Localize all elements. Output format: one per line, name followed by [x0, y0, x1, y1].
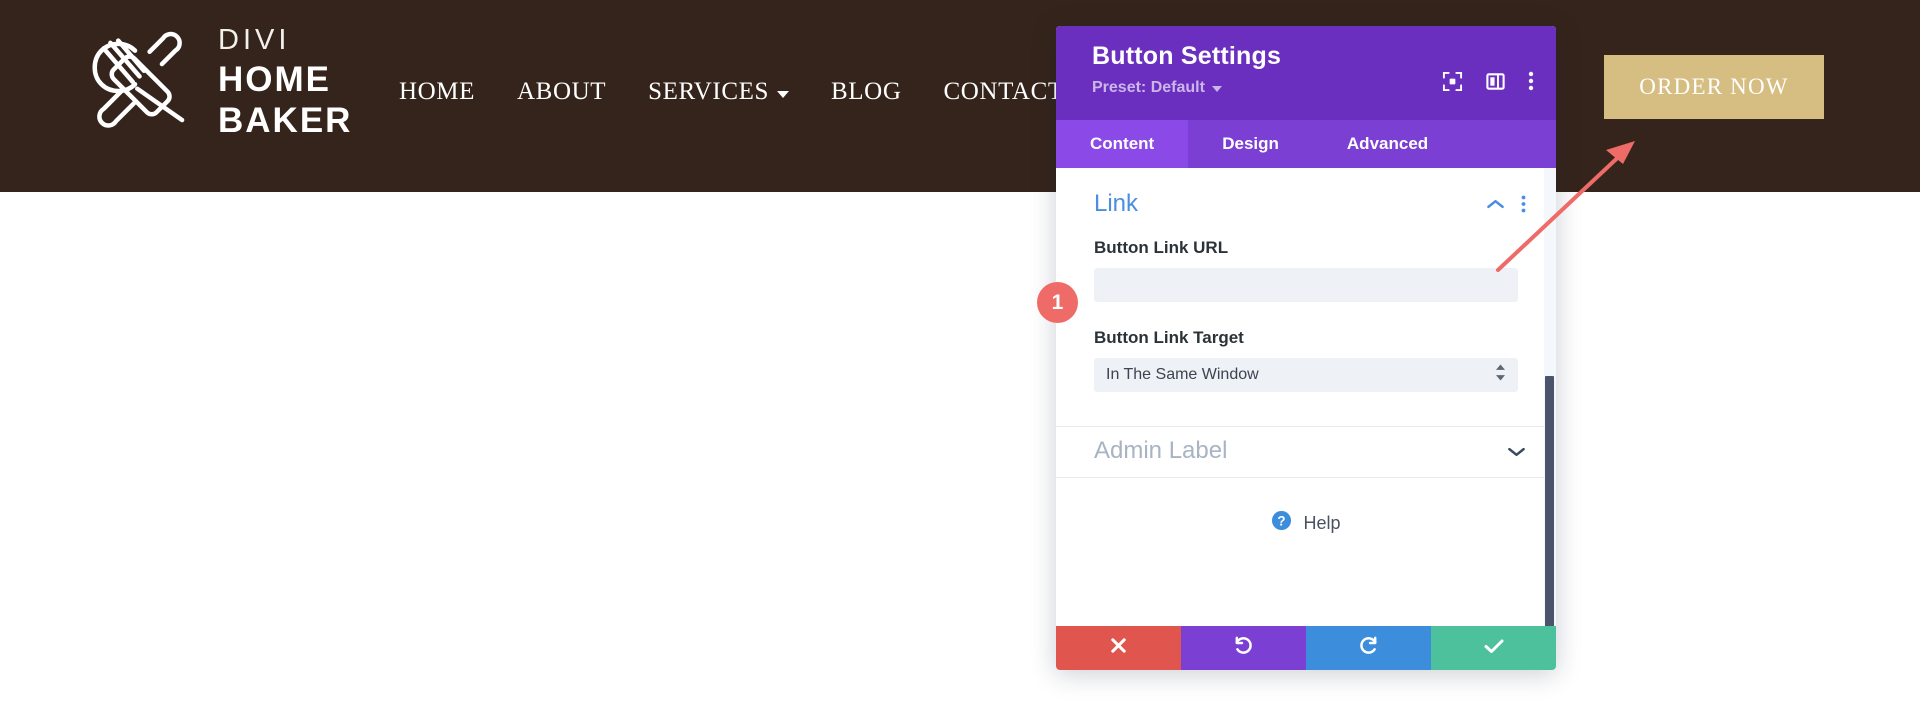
nav-item-home[interactable]: HOME — [378, 78, 496, 106]
section-link-header: Link — [1056, 168, 1556, 228]
modal-scrollbar-track[interactable] — [1544, 168, 1556, 626]
chevron-up-icon[interactable] — [1486, 198, 1505, 211]
tab-advanced[interactable]: Advanced — [1313, 120, 1462, 168]
help-button[interactable]: ? Help — [1056, 478, 1556, 536]
nav-label: SERVICES — [648, 78, 770, 105]
modal-header-tools — [1442, 70, 1534, 92]
modal-body: Link Button Link URL Button Link Target — [1056, 168, 1556, 626]
expand-icon[interactable] — [1442, 71, 1463, 92]
order-now-button[interactable]: ORDER NOW — [1604, 55, 1824, 119]
button-link-target-select[interactable]: In The Same Window — [1094, 358, 1518, 392]
nav-label: BLOG — [831, 78, 902, 105]
section-admin-label-header[interactable]: Admin Label — [1056, 427, 1556, 477]
field-label: Button Link URL — [1094, 238, 1229, 257]
modal-tabs: Content Design Advanced — [1056, 120, 1556, 168]
help-circle-icon: ? — [1271, 510, 1292, 536]
section-title-admin-label: Admin Label — [1094, 437, 1228, 464]
section-title-link: Link — [1094, 190, 1139, 217]
field-button-link-target: Button Link Target In The Same Window — [1056, 328, 1556, 392]
nav-label: ABOUT — [517, 78, 607, 105]
nav-label: HOME — [399, 78, 476, 105]
nav-item-services[interactable]: SERVICES — [627, 78, 810, 106]
nav-item-blog[interactable]: BLOG — [810, 78, 922, 106]
modal-footer — [1056, 626, 1556, 670]
modal-scrollbar-thumb[interactable] — [1545, 376, 1554, 626]
help-label: Help — [1303, 512, 1341, 533]
modal-title: Button Settings — [1092, 42, 1282, 70]
step-badge-1: 1 — [1037, 282, 1078, 323]
site-logo[interactable]: DIVI HOME BAKER — [88, 26, 352, 138]
svg-text:?: ? — [1278, 513, 1286, 528]
undo-icon — [1233, 635, 1254, 661]
preset-selector[interactable]: Preset: Default — [1092, 79, 1222, 97]
undo-button[interactable] — [1181, 626, 1306, 670]
redo-icon — [1358, 635, 1379, 661]
check-icon — [1483, 636, 1505, 661]
layout-panel-icon[interactable] — [1485, 71, 1506, 92]
preset-label: Preset: Default — [1092, 78, 1205, 96]
modal-header: Button Settings Preset: Default — [1056, 26, 1556, 120]
screen-root: DIVI HOME BAKER HOME ABOUT SERVICES BLOG… — [0, 0, 1920, 701]
button-settings-modal: Button Settings Preset: Default Content … — [1056, 26, 1556, 670]
logo-line-home: HOME — [218, 60, 331, 99]
kebab-menu-icon[interactable] — [1521, 195, 1526, 213]
close-icon — [1109, 636, 1128, 660]
redo-button[interactable] — [1306, 626, 1431, 670]
button-link-url-input[interactable] — [1094, 268, 1518, 302]
logo-line-divi: DIVI — [218, 24, 291, 56]
chevron-down-icon[interactable] — [1507, 445, 1526, 458]
chevron-down-icon — [1211, 86, 1222, 92]
logo-wordmark: DIVI HOME BAKER — [218, 24, 353, 140]
chevron-down-icon — [777, 90, 790, 98]
site-header: DIVI HOME BAKER HOME ABOUT SERVICES BLOG… — [0, 0, 1920, 192]
tab-content[interactable]: Content — [1056, 120, 1189, 168]
logo-line-baker: BAKER — [218, 101, 353, 140]
nav-label: CONTACT — [943, 78, 1064, 105]
select-value: In The Same Window — [1094, 358, 1518, 392]
field-button-link-url: Button Link URL — [1056, 238, 1556, 302]
field-label: Button Link Target — [1094, 328, 1244, 347]
cancel-button[interactable] — [1056, 626, 1181, 670]
save-button[interactable] — [1431, 626, 1556, 670]
nav-item-about[interactable]: ABOUT — [496, 78, 627, 106]
whisk-rolling-pin-icon — [92, 31, 185, 128]
tab-design[interactable]: Design — [1188, 120, 1313, 168]
kebab-menu-icon[interactable] — [1528, 70, 1534, 92]
